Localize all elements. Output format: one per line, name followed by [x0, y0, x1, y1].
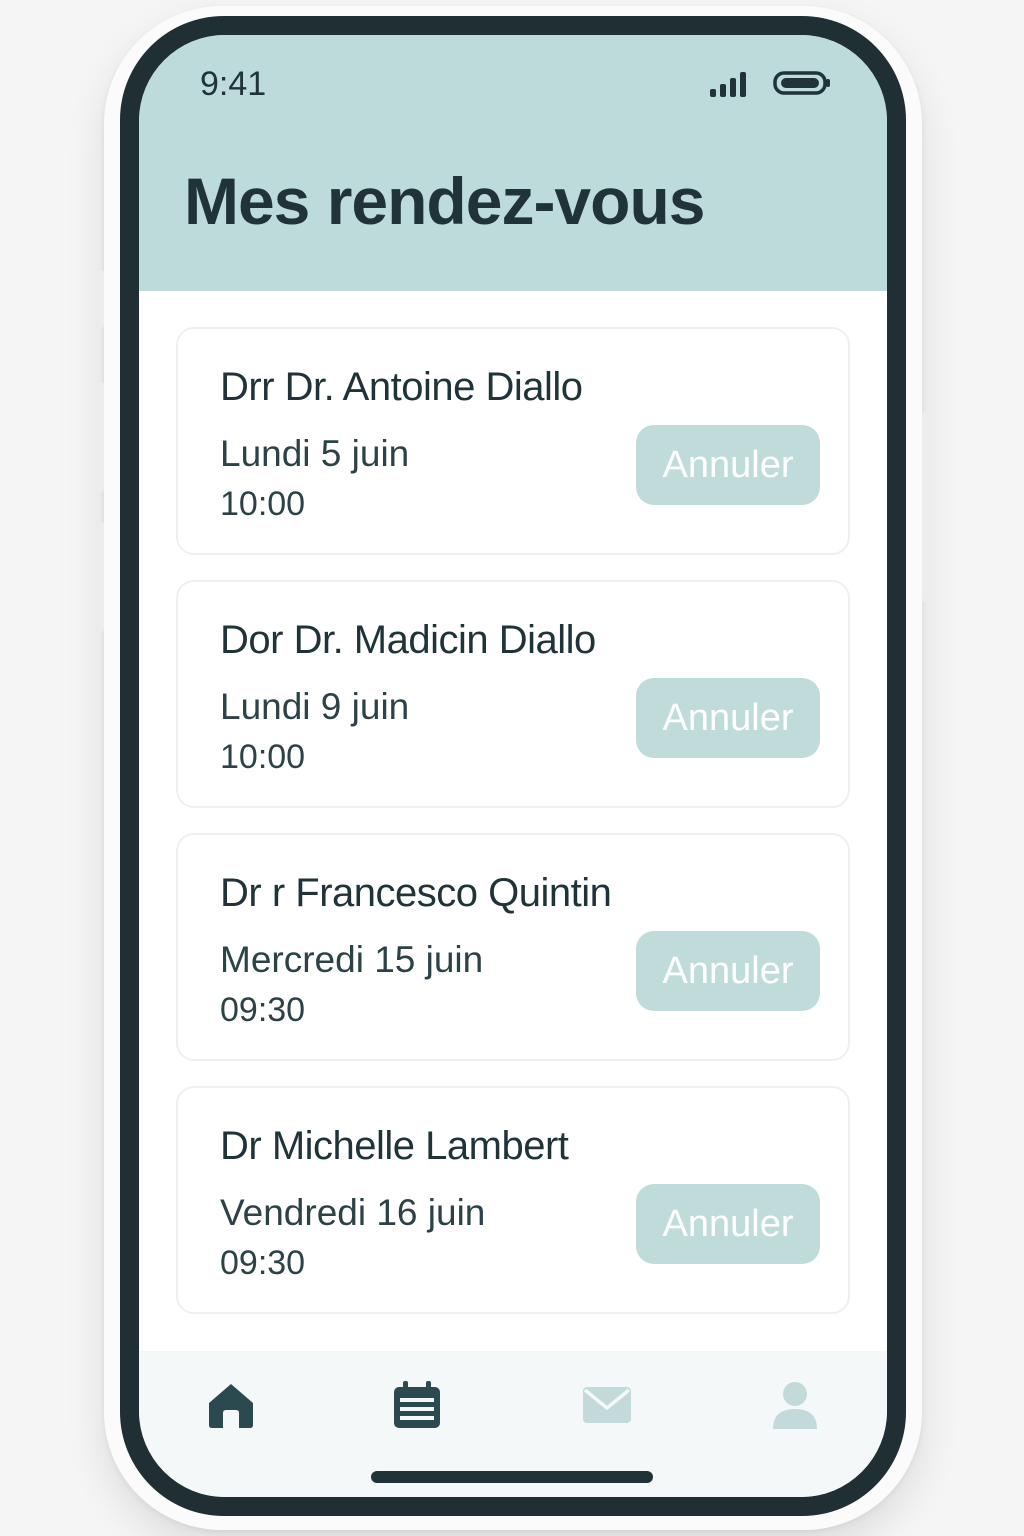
cancel-button[interactable]: Annuler	[636, 678, 820, 758]
appointment-date: Lundi 5 juin	[220, 433, 410, 474]
appointment-card[interactable]: Dr Michelle Lambert Vendredi 16 juin 09:…	[176, 1086, 850, 1314]
volume-down-button	[98, 522, 104, 632]
home-indicator[interactable]	[371, 1471, 653, 1483]
calendar-icon[interactable]	[391, 1379, 443, 1431]
mail-icon[interactable]	[581, 1379, 633, 1431]
appointment-card[interactable]: Dr r Francesco Quintin Mercredi 15 juin …	[176, 833, 850, 1061]
doctor-name: Dr Michelle Lambert	[220, 1124, 569, 1168]
profile-icon[interactable]	[769, 1379, 821, 1431]
appointment-time: 10:00	[220, 738, 306, 776]
appointment-time: 09:30	[220, 991, 306, 1029]
doctor-name: Drr Dr. Antoine Diallo	[220, 365, 583, 409]
app-header: 9:41 Mes rendez-vous	[139, 35, 887, 291]
cancel-button[interactable]: Annuler	[636, 1184, 820, 1264]
mute-switch	[98, 270, 104, 328]
page-title: Mes rendez-vous	[184, 164, 705, 238]
appointment-date: Lundi 9 juin	[220, 686, 410, 727]
appointment-date: Vendredi 16 juin	[220, 1192, 486, 1233]
battery-icon	[773, 71, 830, 95]
power-button	[922, 412, 928, 602]
appointment-card[interactable]: Drr Dr. Antoine Diallo Lundi 5 juin 10:0…	[176, 327, 850, 555]
appointment-time: 09:30	[220, 1244, 306, 1282]
appointment-card[interactable]: Dor Dr. Madicin Diallo Lundi 9 juin 10:0…	[176, 580, 850, 808]
status-time: 9:41	[200, 65, 267, 103]
volume-up-button	[98, 382, 104, 492]
cancel-button[interactable]: Annuler	[636, 931, 820, 1011]
appointment-time: 10:00	[220, 485, 306, 523]
doctor-name: Dor Dr. Madicin Diallo	[220, 618, 596, 662]
cancel-button[interactable]: Annuler	[636, 425, 820, 505]
appointment-list: Drr Dr. Antoine Diallo Lundi 5 juin 10:0…	[176, 327, 850, 1339]
phone-screen: 9:41 Mes rendez-vous Drr Dr. Antoine Dia…	[139, 35, 887, 1497]
signal-bars-icon	[710, 72, 746, 97]
doctor-name: Dr r Francesco Quintin	[220, 871, 612, 915]
home-icon[interactable]	[205, 1379, 257, 1431]
appointment-date: Mercredi 15 juin	[220, 939, 484, 980]
